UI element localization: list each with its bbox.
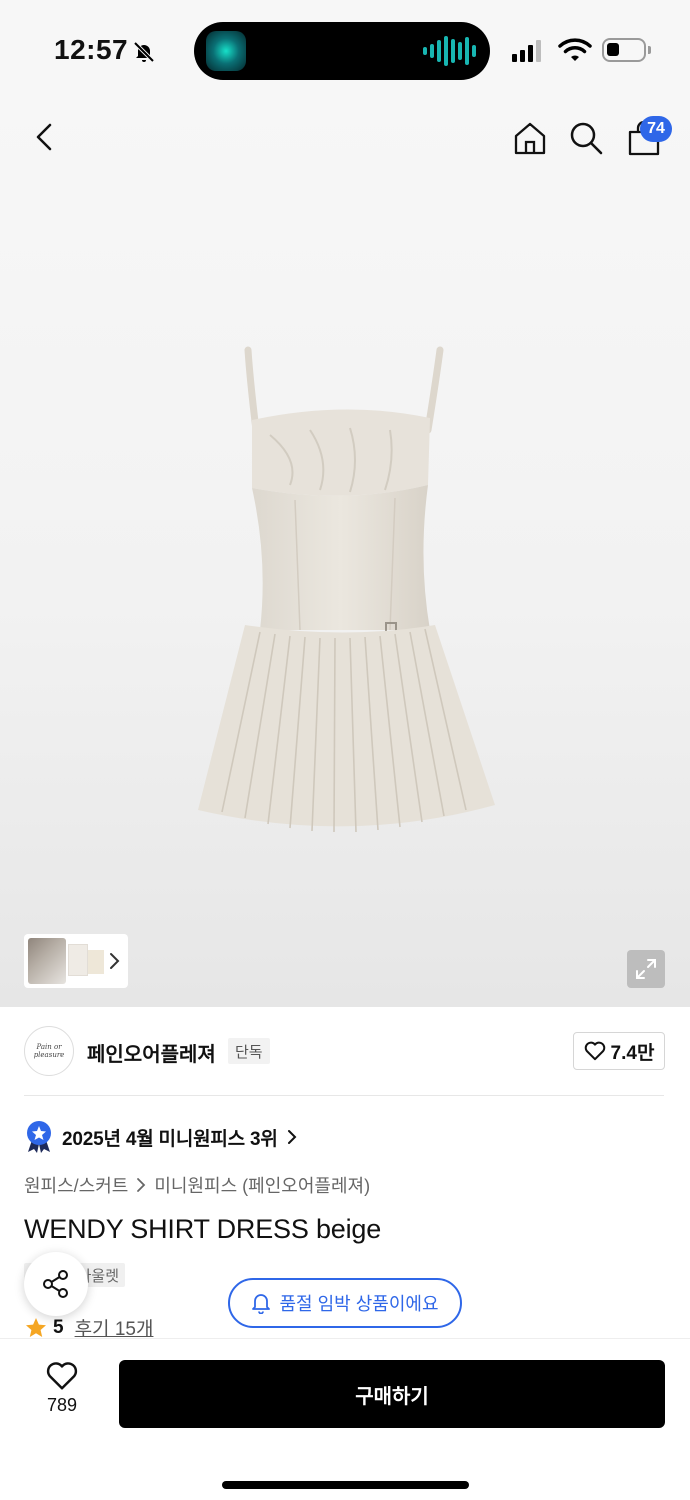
wishlist-count: 789 (46, 1395, 78, 1415)
heart-icon (46, 1362, 78, 1390)
brand-logo[interactable]: Pain or pleasure (24, 1026, 74, 1076)
thumbnail-strip[interactable] (24, 934, 128, 988)
ranking-medal-icon (27, 1121, 51, 1153)
heart-icon (584, 1041, 605, 1061)
rating-row[interactable]: 5 후기 15개 (24, 1314, 153, 1341)
soldout-notice-pill[interactable]: 품절 임박 상품이에요 (228, 1278, 462, 1328)
wifi-icon (558, 38, 592, 61)
expand-image-button[interactable] (627, 950, 665, 988)
audio-wave-icon (423, 35, 476, 67)
chevron-right-icon (287, 1130, 297, 1144)
battery-icon (602, 38, 646, 62)
ranking-link[interactable]: 2025년 4월 미니원피스 3위 (24, 1120, 298, 1154)
rating-value: 5 (53, 1316, 64, 1338)
expand-icon (636, 959, 656, 979)
dynamic-island (194, 22, 490, 80)
breadcrumb: 원피스/스커트 미니원피스 (페인오어플레져) (24, 1172, 370, 1198)
chevron-right-icon[interactable] (108, 952, 120, 970)
home-indicator[interactable] (222, 1481, 469, 1489)
bottom-action-bar: 789 구매하기 (0, 1338, 690, 1500)
thumbnail-detail[interactable] (68, 944, 88, 976)
exclusive-badge: 단독 (228, 1038, 270, 1064)
status-bar: 12:57 (0, 0, 690, 100)
star-icon (26, 1317, 46, 1337)
brand-like-count: 7.4만 (610, 1042, 655, 1064)
now-playing-artwork (206, 31, 246, 71)
breadcrumb-category[interactable]: 원피스/스커트 (24, 1172, 128, 1198)
cellular-signal-icon (512, 40, 541, 62)
product-photo (198, 346, 495, 833)
buy-button[interactable]: 구매하기 (119, 1360, 665, 1428)
share-icon (43, 1270, 68, 1298)
bell-off-icon (133, 41, 155, 63)
wishlist-button[interactable]: 789 (32, 1361, 92, 1416)
product-title: WENDY SHIRT DRESS beige (24, 1214, 382, 1244)
product-image-area[interactable]: 74 (0, 100, 690, 1007)
divider (24, 1095, 664, 1096)
search-icon[interactable] (568, 120, 604, 156)
status-time: 12:57 (54, 34, 129, 65)
chevron-right-icon (137, 1178, 146, 1192)
share-button[interactable] (24, 1252, 88, 1316)
thumbnail-fabric[interactable] (88, 950, 104, 974)
bell-icon (252, 1294, 271, 1314)
cart-count-badge: 74 (640, 116, 672, 142)
soldout-notice-text: 품절 임박 상품이에요 (279, 1294, 439, 1314)
thumbnail-model[interactable] (28, 938, 66, 984)
home-icon[interactable] (512, 120, 548, 156)
brand-name[interactable]: 페인오어플레져 (87, 1038, 216, 1067)
breadcrumb-subcategory[interactable]: 미니원피스 (페인오어플레져) (154, 1172, 370, 1198)
brand-like-button[interactable]: 7.4만 (573, 1032, 665, 1070)
review-count-link[interactable]: 후기 15개 (75, 1314, 154, 1341)
back-icon[interactable] (30, 122, 60, 152)
ranking-text: 2025년 4월 미니원피스 3위 (62, 1128, 278, 1150)
